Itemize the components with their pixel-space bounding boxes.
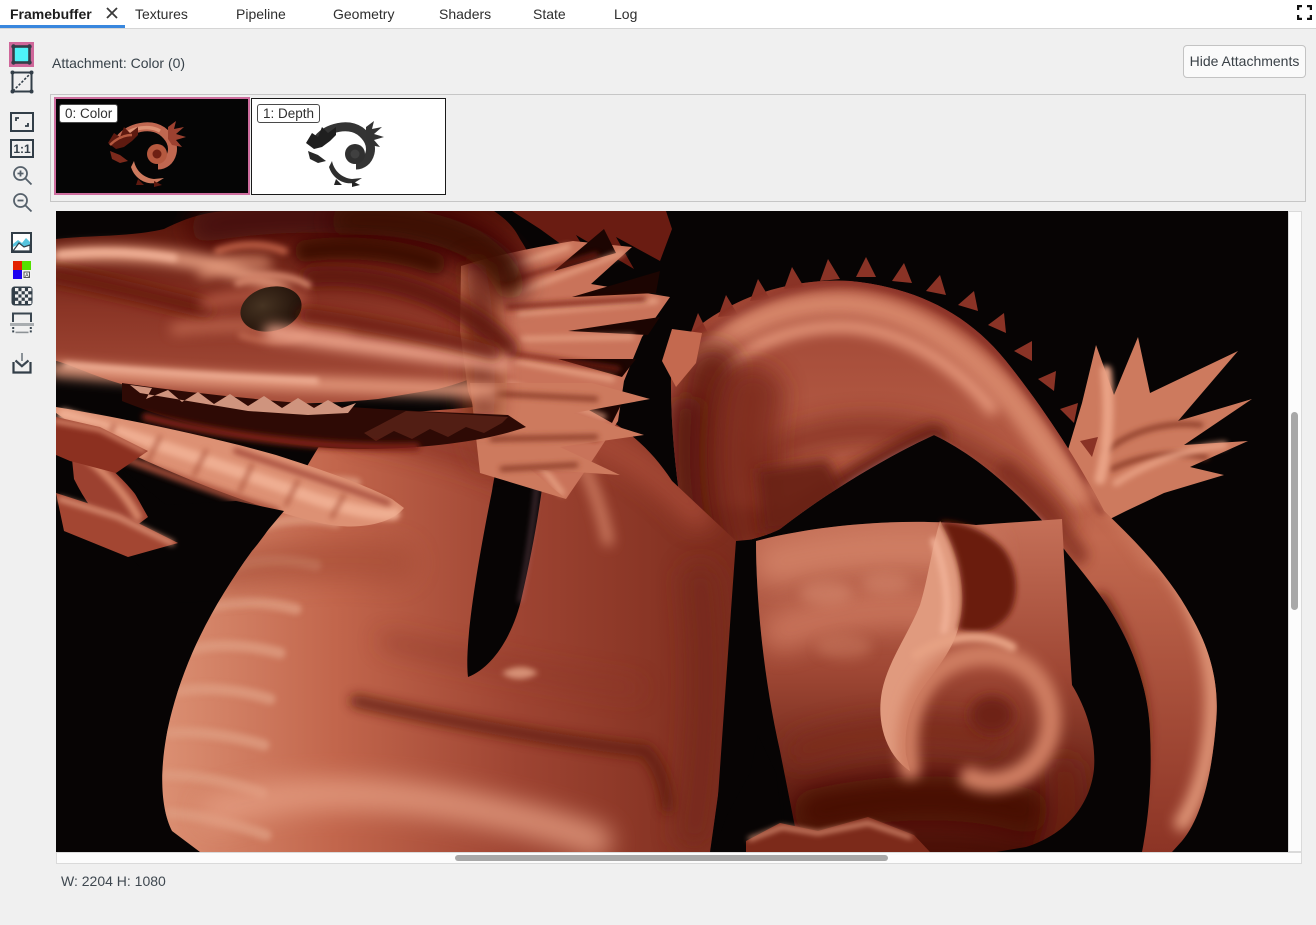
svg-text:A: A <box>25 273 29 279</box>
svg-text:1:1: 1:1 <box>13 142 31 156</box>
